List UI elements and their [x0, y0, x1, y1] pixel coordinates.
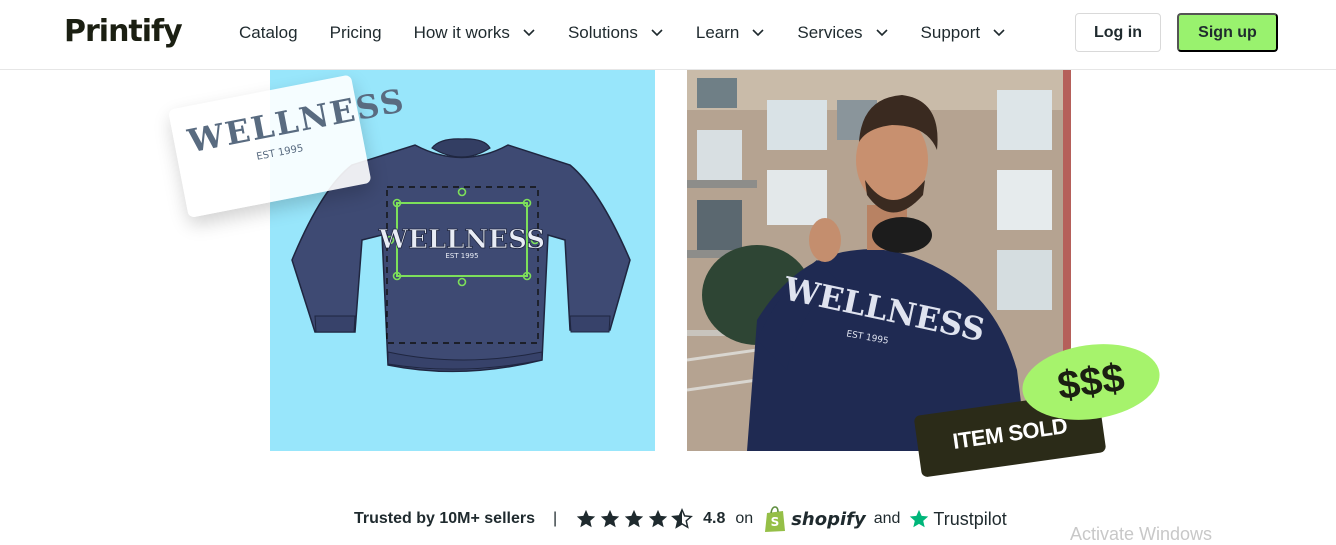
nav-services[interactable]: Services	[797, 22, 888, 44]
design-text: WELLNESS	[378, 225, 545, 255]
shopify-logo[interactable]: S shopify	[763, 505, 866, 533]
model-photo-illustration: WELLNESS EST 1995	[687, 70, 1071, 451]
nav-how-it-works[interactable]: How it works	[414, 22, 536, 44]
nav-solutions-label: Solutions	[567, 23, 638, 42]
trustpilot-star-icon	[910, 509, 929, 528]
signup-button[interactable]: Sign up	[1177, 13, 1278, 52]
trustpilot-logo[interactable]: Trustpilot	[908, 508, 1007, 530]
nav-how-it-works-label: How it works	[413, 23, 510, 42]
nav-solutions[interactable]: Solutions	[568, 22, 664, 44]
chevron-down-icon	[752, 29, 764, 37]
nav-learn-label: Learn	[695, 23, 740, 42]
chevron-down-icon	[651, 29, 663, 37]
login-button[interactable]: Log in	[1075, 13, 1161, 52]
star-full-icon	[600, 509, 620, 528]
svg-text:S: S	[771, 515, 780, 529]
nav-catalog-label: Catalog	[239, 23, 298, 42]
rating-value: 4.8	[703, 510, 726, 527]
chevron-down-icon	[993, 29, 1005, 37]
nav-pricing-label: Pricing	[329, 23, 382, 42]
windows-activation-watermark: Activate Windows	[1070, 524, 1213, 544]
star-full-icon	[576, 509, 596, 528]
top-navbar: Printify Catalog Pricing How it works So…	[0, 0, 1336, 70]
nav-support-label: Support	[920, 23, 981, 42]
nav-support[interactable]: Support	[921, 22, 1007, 44]
star-half-icon	[671, 508, 694, 529]
shopify-wordmark: shopify	[791, 508, 866, 530]
trustpilot-wordmark: Trustpilot	[933, 508, 1007, 529]
trusted-by-text: Trusted by 10M+ sellers	[354, 510, 535, 527]
and-text: and	[873, 510, 901, 527]
nav-learn[interactable]: Learn	[696, 22, 765, 44]
chevron-down-icon	[523, 29, 535, 37]
shopify-bag-icon: S	[765, 506, 786, 532]
nav-services-label: Services	[797, 23, 863, 42]
trust-bar-content: Trusted by 10M+ sellers | 4.8 on S shopi…	[354, 502, 1007, 536]
trust-separator: |	[552, 510, 558, 527]
rating-stars	[575, 508, 695, 530]
hero-section: WELLNESS EST 1995 WELLNESS EST 1995 WELL…	[0, 70, 1336, 536]
nav-catalog[interactable]: Catalog	[239, 22, 298, 44]
printify-logo[interactable]: Printify	[64, 14, 183, 49]
star-full-icon	[624, 509, 644, 528]
chevron-down-icon	[875, 29, 888, 37]
nav-pricing[interactable]: Pricing	[330, 22, 382, 44]
main-menu: Catalog Pricing How it works Solutions L…	[239, 22, 1038, 44]
model-photo-panel: WELLNESS EST 1995	[687, 70, 1071, 451]
design-subtext: EST 1995	[445, 252, 478, 260]
rating-on-text: on	[735, 510, 754, 527]
star-full-icon	[648, 509, 668, 528]
